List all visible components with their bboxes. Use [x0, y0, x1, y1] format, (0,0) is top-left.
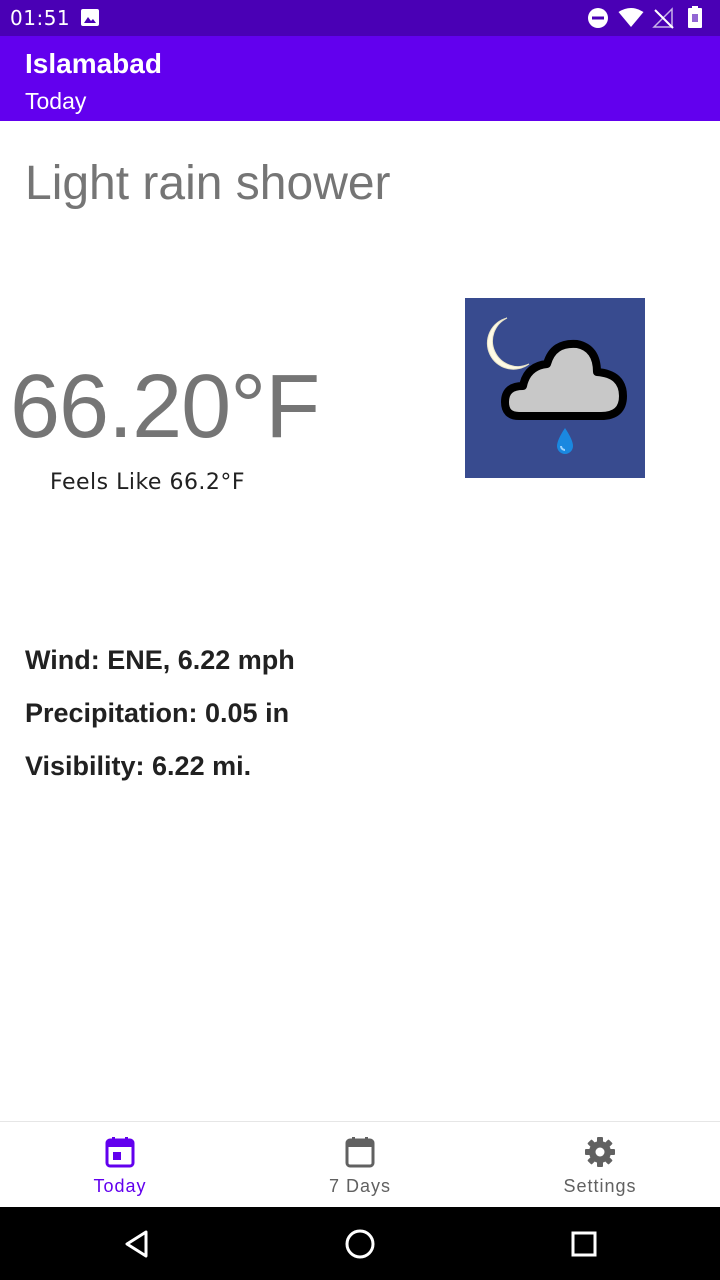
do-not-disturb-icon — [588, 8, 608, 28]
nav-item-today[interactable]: Today — [0, 1122, 240, 1208]
app-subtitle: Today — [25, 88, 87, 114]
back-icon[interactable] — [122, 1229, 152, 1259]
nav-label-today: Today — [93, 1176, 147, 1196]
recent-apps-icon[interactable] — [571, 1231, 597, 1257]
status-time: 01:51 — [10, 6, 71, 30]
weather-condition: Light rain shower — [25, 157, 391, 210]
gear-icon — [585, 1137, 615, 1167]
nav-label-7-days: 7 Days — [328, 1176, 392, 1196]
app-bar: Islamabad Today — [0, 36, 720, 121]
calendar-today-icon — [105, 1137, 135, 1168]
precipitation-detail: Precipitation: 0.05 in — [25, 698, 290, 728]
wind-detail: Wind: ENE, 6.22 mph — [25, 645, 295, 675]
night-rain-shower-icon — [465, 298, 645, 478]
nav-label-settings: Settings — [563, 1176, 637, 1196]
bottom-navigation: Today 7 Days Settings — [0, 1121, 720, 1207]
temperature: 66.20°F — [10, 357, 320, 457]
image-icon — [81, 9, 99, 26]
feels-like: Feels Like 66.2°F — [50, 470, 246, 495]
home-icon[interactable] — [344, 1228, 376, 1260]
status-bar: 01:51 — [0, 0, 720, 36]
wifi-icon — [618, 8, 644, 27]
calendar-icon — [345, 1137, 375, 1168]
nav-item-settings[interactable]: Settings — [480, 1122, 720, 1208]
battery-icon — [688, 6, 702, 28]
nav-item-7-days[interactable]: 7 Days — [240, 1122, 480, 1208]
app-title: Islamabad — [25, 48, 162, 79]
no-signal-icon — [652, 7, 674, 29]
system-navigation-bar — [0, 1207, 720, 1280]
visibility-detail: Visibility: 6.22 mi. — [25, 751, 252, 781]
